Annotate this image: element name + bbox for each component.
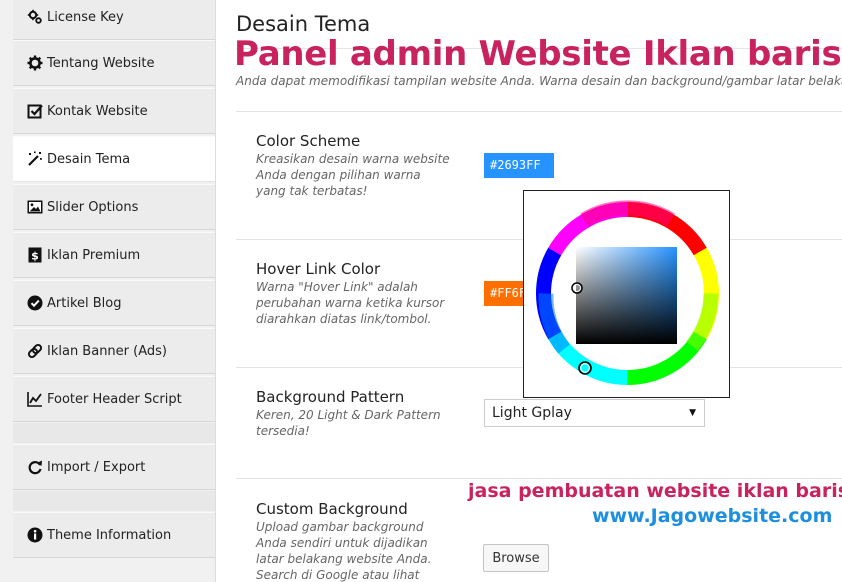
sidebar-item-theme-information[interactable]: Theme Information bbox=[13, 512, 215, 558]
watermark-text: jasa pembuatan website iklan baris bbox=[468, 480, 842, 502]
overlay-heading: Panel admin Website Iklan baris bbox=[234, 34, 842, 74]
divider bbox=[236, 111, 842, 112]
refresh-icon bbox=[27, 459, 43, 475]
browse-button[interactable]: Browse bbox=[483, 544, 549, 572]
saturation-square[interactable] bbox=[576, 247, 677, 344]
link-icon bbox=[27, 343, 43, 359]
background-pattern-label: Background Pattern bbox=[256, 388, 405, 406]
dollar-icon: $ bbox=[27, 247, 43, 263]
sidebar-item-license-key[interactable]: License Key bbox=[13, 0, 215, 40]
checkbox-icon bbox=[27, 103, 43, 119]
sidebar-gap bbox=[13, 491, 215, 511]
sidebar-item-iklan-banner[interactable]: Iklan Banner (Ads) bbox=[13, 328, 215, 374]
sidebar-item-desain-tema[interactable]: Desain Tema bbox=[13, 136, 215, 182]
sidebar-gap bbox=[13, 423, 215, 443]
magic-wand-icon bbox=[27, 151, 43, 167]
sidebar-item-label: Import / Export bbox=[47, 459, 146, 475]
info-icon bbox=[27, 527, 43, 543]
sidebar-item-label: Kontak Website bbox=[47, 103, 148, 119]
gears-icon bbox=[27, 9, 43, 25]
sidebar-item-label: License Key bbox=[47, 9, 124, 25]
select-value: Light Gplay bbox=[492, 405, 572, 421]
sidebar-item-artikel-blog[interactable]: Artikel Blog bbox=[13, 280, 215, 326]
sidebar-item-footer-header-script[interactable]: Footer Header Script bbox=[13, 376, 215, 422]
caret-down-icon: ▼ bbox=[689, 408, 696, 418]
sidebar-item-label: Iklan Banner (Ads) bbox=[47, 343, 167, 359]
custom-background-description: Upload gambar background Anda sendiri un… bbox=[256, 520, 432, 582]
background-pattern-description: Keren, 20 Light & Dark Pattern tersedia! bbox=[256, 408, 441, 438]
check-circle-icon bbox=[27, 295, 43, 311]
main-content: Desain Tema Panel admin Website Iklan ba… bbox=[216, 0, 842, 582]
sidebar-item-iklan-premium[interactable]: $ Iklan Premium bbox=[13, 232, 215, 278]
sidebar: License Key Tentang Website Kontak Websi… bbox=[0, 0, 216, 582]
svg-text:$: $ bbox=[31, 250, 39, 263]
page-title: Desain Tema bbox=[236, 12, 371, 36]
divider bbox=[236, 478, 842, 479]
color-scheme-label: Color Scheme bbox=[256, 132, 361, 150]
sidebar-item-label: Desain Tema bbox=[47, 151, 131, 167]
sidebar-item-slider-options[interactable]: Slider Options bbox=[13, 184, 215, 230]
sidebar-item-label: Iklan Premium bbox=[47, 247, 141, 263]
sidebar-item-label: Artikel Blog bbox=[47, 295, 122, 311]
watermark-url: www.Jagowebsite.com bbox=[592, 505, 833, 527]
hover-link-color-label: Hover Link Color bbox=[256, 260, 381, 278]
background-pattern-select[interactable]: Light Gplay ▼ bbox=[484, 399, 705, 427]
sidebar-item-tentang-website[interactable]: Tentang Website bbox=[13, 40, 215, 86]
line-chart-icon bbox=[27, 391, 43, 407]
color-scheme-description: Kreasikan desain warna website Anda deng… bbox=[256, 152, 450, 198]
page-description: Anda dapat memodifikasi tampilan website… bbox=[236, 74, 842, 88]
hover-link-color-description: Warna "Hover Link" adalah perubahan warn… bbox=[256, 280, 445, 326]
image-icon bbox=[27, 199, 43, 215]
color-picker-popup[interactable] bbox=[523, 190, 730, 398]
sidebar-item-label: Tentang Website bbox=[47, 55, 155, 71]
sidebar-item-label: Footer Header Script bbox=[47, 391, 182, 407]
sidebar-item-label: Theme Information bbox=[47, 527, 172, 543]
sidebar-item-label: Slider Options bbox=[47, 199, 139, 215]
gear-icon bbox=[27, 55, 43, 71]
custom-background-label: Custom Background bbox=[256, 500, 408, 518]
sidebar-item-kontak-website[interactable]: Kontak Website bbox=[13, 88, 215, 134]
hover-link-color-input[interactable]: #FF6F bbox=[484, 281, 524, 306]
color-scheme-input[interactable]: #2693FF bbox=[484, 153, 554, 178]
sidebar-item-import-export[interactable]: Import / Export bbox=[13, 444, 215, 490]
